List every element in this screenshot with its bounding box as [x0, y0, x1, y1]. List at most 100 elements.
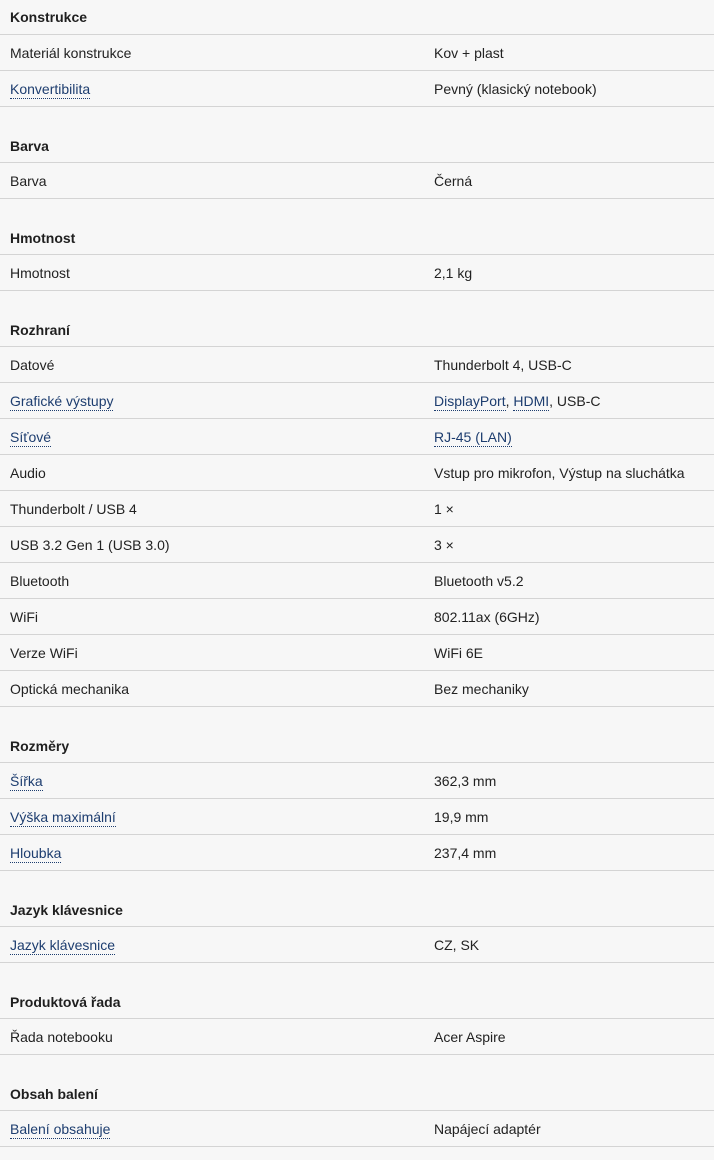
spec-label-link[interactable]: Síťové	[10, 428, 52, 447]
spec-label: WiFi	[10, 608, 38, 625]
spec-label-link[interactable]: Grafické výstupy	[10, 392, 114, 411]
spec-label-cell: Výška maximální	[0, 808, 434, 827]
spec-row: Jazyk klávesnice CZ, SK	[0, 927, 714, 963]
spec-label: Barva	[10, 172, 47, 189]
spec-value: Pevný (klasický notebook)	[434, 80, 597, 97]
spec-section-produktova-rada: Produktová řada Řada notebooku Acer Aspire	[0, 985, 714, 1055]
spec-value-cell: 3 ×	[434, 537, 714, 553]
spec-section-barva: Barva Barva Černá	[0, 129, 714, 199]
spec-label-link[interactable]: Balení obsahuje	[10, 1120, 111, 1139]
spec-row: Thunderbolt / USB 4 1 ×	[0, 491, 714, 527]
spec-label: Materiál konstrukce	[10, 44, 132, 61]
spec-value: Černá	[434, 172, 473, 189]
spec-row: Balení obsahuje Napájecí adaptér	[0, 1111, 714, 1147]
spec-value-cell: Acer Aspire	[434, 1029, 714, 1045]
spec-value-cell: Bluetooth v5.2	[434, 573, 714, 589]
spec-label: Verze WiFi	[10, 644, 78, 661]
spec-value: Kov + plast	[434, 44, 504, 61]
spec-label-cell: Thunderbolt / USB 4	[0, 501, 434, 517]
spec-row: Datové Thunderbolt 4, USB-C	[0, 347, 714, 383]
spec-value-link[interactable]: RJ-45 (LAN)	[434, 428, 512, 447]
spec-value: WiFi 6E	[434, 644, 483, 661]
spec-label-link[interactable]: Konvertibilita	[10, 80, 91, 99]
spec-label-cell: Hloubka	[0, 844, 434, 863]
spec-row: USB 3.2 Gen 1 (USB 3.0) 3 ×	[0, 527, 714, 563]
spec-value-link[interactable]: HDMI	[513, 392, 550, 411]
spec-label-link[interactable]: Šířka	[10, 772, 43, 791]
spec-value: Thunderbolt 4, USB-C	[434, 356, 572, 373]
spec-label-link[interactable]: Výška maximální	[10, 808, 116, 827]
section-title: Barva	[0, 129, 714, 163]
spec-value-cell: 362,3 mm	[434, 773, 714, 789]
spec-value: Bluetooth v5.2	[434, 572, 524, 589]
spec-row: Verze WiFi WiFi 6E	[0, 635, 714, 671]
spec-value-cell: RJ-45 (LAN)	[434, 428, 714, 447]
section-title: Jazyk klávesnice	[0, 893, 714, 927]
spec-row: Výška maximální 19,9 mm	[0, 799, 714, 835]
spec-label-cell: Grafické výstupy	[0, 392, 434, 411]
spec-value-cell: CZ, SK	[434, 937, 714, 953]
spec-label-cell: USB 3.2 Gen 1 (USB 3.0)	[0, 537, 434, 553]
spec-value-cell: DisplayPort, HDMI, USB-C	[434, 392, 714, 411]
section-title: Hmotnost	[0, 221, 714, 255]
spec-section-rozhrani: Rozhraní Datové Thunderbolt 4, USB-C Grafic…	[0, 313, 714, 707]
spec-section-obsah-baleni: Obsah balení Balení obsahuje Napájecí adap…	[0, 1077, 714, 1147]
section-title: Konstrukce	[0, 0, 714, 35]
spec-value-cell: 1 ×	[434, 501, 714, 517]
spec-value: 2,1 kg	[434, 264, 473, 281]
spec-section-hmotnost: Hmotnost Hmotnost 2,1 kg	[0, 221, 714, 291]
spec-row: Materiál konstrukce Kov + plast	[0, 35, 714, 71]
spec-row: Optická mechanika Bez mechaniky	[0, 671, 714, 707]
spec-label: USB 3.2 Gen 1 (USB 3.0)	[10, 536, 170, 553]
spec-value-cell: Vstup pro mikrofon, Výstup na sluchátka	[434, 465, 714, 481]
spec-label: Řada notebooku	[10, 1028, 113, 1045]
spec-row: Hloubka 237,4 mm	[0, 835, 714, 871]
spec-label-cell: Materiál konstrukce	[0, 45, 434, 61]
spec-label: Bluetooth	[10, 572, 70, 589]
spec-value: 237,4 mm	[434, 844, 497, 861]
spec-value-cell: 19,9 mm	[434, 809, 714, 825]
spec-section-jazyk-klavesnice: Jazyk klávesnice Jazyk klávesnice CZ, SK	[0, 893, 714, 963]
spec-value: 1 ×	[434, 500, 454, 517]
section-title: Produktová řada	[0, 985, 714, 1019]
spec-label: Thunderbolt / USB 4	[10, 500, 137, 517]
spec-label: Hmotnost	[10, 264, 70, 281]
spec-label-cell: Audio	[0, 465, 434, 481]
spec-value: , USB-C	[549, 392, 601, 409]
spec-value: 19,9 mm	[434, 808, 489, 825]
spec-value: 362,3 mm	[434, 772, 497, 789]
spec-value: Acer Aspire	[434, 1028, 506, 1045]
section-title: Rozměry	[0, 729, 714, 763]
spec-value-cell: Černá	[434, 173, 714, 189]
spec-label-cell: Barva	[0, 173, 434, 189]
spec-label-cell: Síťové	[0, 428, 434, 447]
spec-row: Audio Vstup pro mikrofon, Výstup na sluch…	[0, 455, 714, 491]
section-title: Obsah balení	[0, 1077, 714, 1111]
spec-row: Šířka 362,3 mm	[0, 763, 714, 799]
spec-value-link[interactable]: DisplayPort	[434, 392, 506, 411]
spec-row: Bluetooth Bluetooth v5.2	[0, 563, 714, 599]
spec-label-cell: Řada notebooku	[0, 1029, 434, 1045]
spec-value: Napájecí adaptér	[434, 1120, 541, 1137]
spec-row: WiFi 802.11ax (6GHz)	[0, 599, 714, 635]
spec-label-cell: Optická mechanika	[0, 681, 434, 697]
spec-row: Řada notebooku Acer Aspire	[0, 1019, 714, 1055]
spec-label-cell: Balení obsahuje	[0, 1120, 434, 1139]
spec-value-cell: Bez mechaniky	[434, 681, 714, 697]
spec-label-cell: WiFi	[0, 609, 434, 625]
spec-value-cell: Thunderbolt 4, USB-C	[434, 357, 714, 373]
spec-label-cell: Datové	[0, 357, 434, 373]
spec-value-cell: 2,1 kg	[434, 265, 714, 281]
spec-row: Síťové RJ-45 (LAN)	[0, 419, 714, 455]
spec-value-cell: 802.11ax (6GHz)	[434, 609, 714, 625]
spec-label-cell: Verze WiFi	[0, 645, 434, 661]
spec-row: Konvertibilita Pevný (klasický notebook)	[0, 71, 714, 107]
spec-value: 3 ×	[434, 536, 454, 553]
spec-label-cell: Šířka	[0, 772, 434, 791]
spec-row: Barva Černá	[0, 163, 714, 199]
spec-label-cell: Konvertibilita	[0, 80, 434, 99]
spec-label: Datové	[10, 356, 55, 373]
spec-label-link[interactable]: Jazyk klávesnice	[10, 936, 116, 955]
spec-label-link[interactable]: Hloubka	[10, 844, 62, 863]
spec-value-cell: Pevný (klasický notebook)	[434, 81, 714, 97]
